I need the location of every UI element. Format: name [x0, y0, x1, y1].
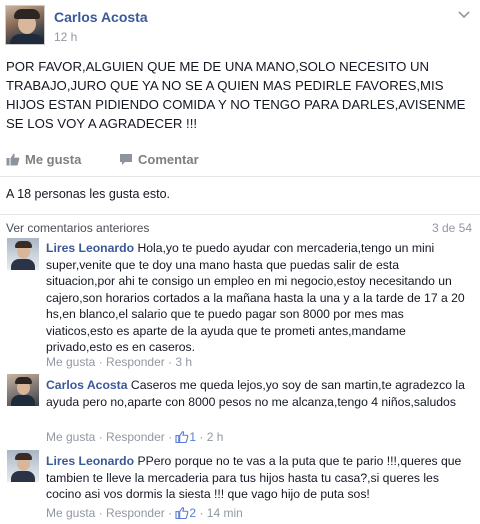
comment-body: Lires Leonardo Hola,yo te puedo ayudar c… — [46, 240, 470, 356]
comment-meta: Me gusta · Responder · 3 h — [46, 355, 192, 369]
meta-separator: · — [164, 430, 176, 444]
likes-suffix: les gusta esto. — [85, 187, 171, 201]
post-header: Carlos Acosta 12 h — [0, 0, 480, 50]
comment-reply-link[interactable]: Responder — [106, 355, 165, 369]
like-count-icon — [175, 507, 189, 520]
comment-time[interactable]: 14 min — [207, 506, 243, 520]
comments-count: 3 de 54 — [431, 221, 472, 235]
comment-time[interactable]: 3 h — [175, 355, 192, 369]
comment-author[interactable]: Carlos Acosta — [46, 378, 128, 392]
meta-separator: · — [95, 430, 107, 444]
meta-separator: · — [196, 430, 207, 444]
likes-prefix: A — [6, 187, 18, 201]
post-text: POR FAVOR,ALGUIEN QUE ME DE UNA MANO,SOL… — [6, 59, 466, 131]
commenter-avatar[interactable] — [7, 374, 39, 406]
chevron-down-icon[interactable] — [458, 10, 470, 20]
meta-separator: · — [196, 506, 207, 520]
view-previous-comments-link[interactable]: Ver comentarios anteriores — [6, 221, 149, 235]
like-button-label: Me gusta — [25, 152, 82, 167]
comment-meta: Me gusta · Responder · 2 · 14 min — [46, 506, 243, 520]
commenter-avatar[interactable] — [7, 450, 39, 482]
likes-summary-text: A 18 personas les gusta esto. — [6, 187, 170, 201]
comments-header: Ver comentarios anteriores 3 de 54 — [0, 214, 480, 238]
thumbs-up-icon — [6, 153, 20, 166]
meta-separator: · — [95, 355, 107, 369]
comment-button-label: Comentar — [138, 152, 199, 167]
commenter-avatar[interactable] — [7, 238, 39, 270]
meta-separator: · — [95, 506, 107, 520]
comment-reply-link[interactable]: Responder — [106, 506, 165, 520]
likes-people-link[interactable]: 18 personas — [17, 187, 86, 201]
comment-body: Carlos Acosta Caseros me queda lejos,yo … — [46, 377, 470, 410]
comment-icon — [120, 154, 132, 165]
meta-separator: · — [164, 506, 176, 520]
post-author-name[interactable]: Carlos Acosta — [54, 9, 148, 25]
likes-summary: A 18 personas les gusta esto. — [0, 176, 480, 214]
comment-author[interactable]: Lires Leonardo — [46, 241, 134, 255]
comment-meta: Me gusta · Responder · 1 · 2 h — [46, 430, 223, 444]
comment-like-link[interactable]: Me gusta — [46, 355, 95, 369]
like-count-icon — [175, 431, 189, 444]
comment-like-link[interactable]: Me gusta — [46, 430, 95, 444]
comment-text: Hola,yo te puedo ayudar con mercaderia,t… — [46, 241, 465, 354]
comment-time[interactable]: 2 h — [207, 430, 224, 444]
author-avatar[interactable] — [5, 5, 45, 45]
comment-author[interactable]: Lires Leonardo — [46, 454, 134, 468]
comment-like-link[interactable]: Me gusta — [46, 506, 95, 520]
comment-reply-link[interactable]: Responder — [106, 430, 165, 444]
like-button[interactable]: Me gusta — [6, 152, 81, 167]
meta-separator: · — [164, 355, 176, 369]
comment-button[interactable]: Comentar — [119, 152, 199, 167]
comment-body: Lires Leonardo PPero porque no te vas a … — [46, 453, 470, 503]
post-timestamp[interactable]: 12 h — [54, 30, 77, 44]
